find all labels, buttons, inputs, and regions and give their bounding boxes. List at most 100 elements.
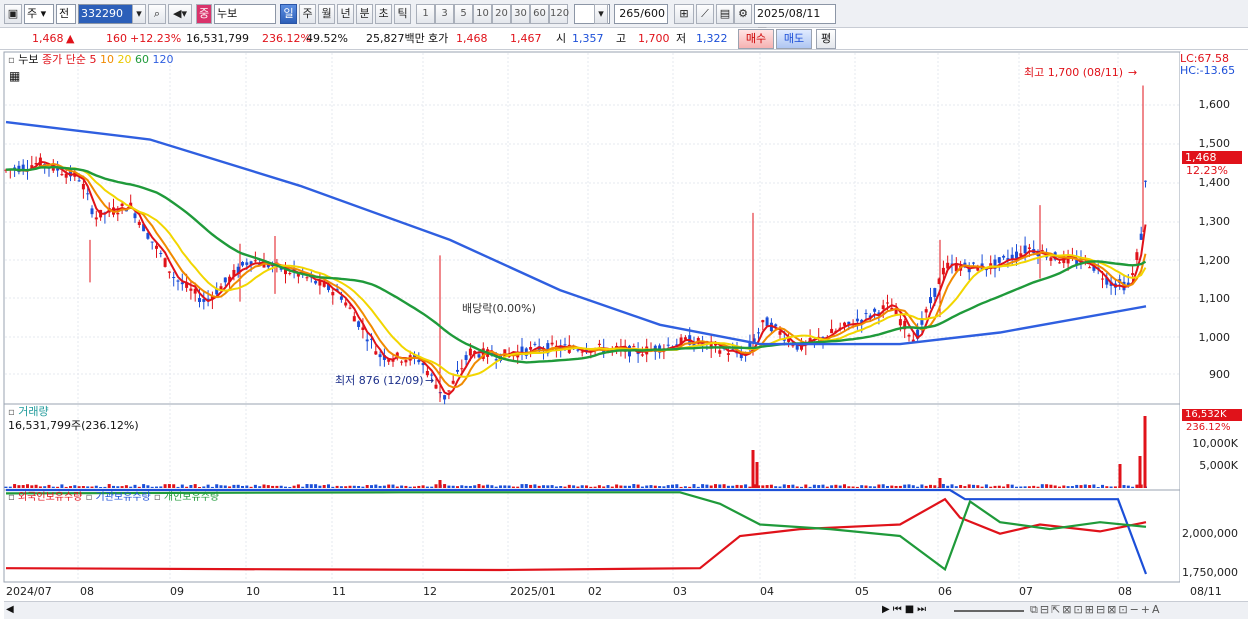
legend-foreign[interactable]: 외국인보유수량 bbox=[18, 492, 82, 503]
date-field[interactable]: 2025/08/11 ▦ bbox=[754, 4, 836, 38]
volume-bar bbox=[47, 484, 51, 488]
volume-bar bbox=[206, 484, 210, 488]
period-tab[interactable]: 일 bbox=[280, 4, 297, 24]
volume-bar bbox=[374, 484, 378, 488]
period-tab[interactable]: 초 bbox=[375, 4, 392, 24]
period-tab[interactable]: 년 bbox=[337, 4, 354, 24]
volume-bar bbox=[425, 486, 429, 488]
volume-bar bbox=[249, 486, 253, 488]
interval-button[interactable]: 1 bbox=[416, 4, 435, 24]
chart-settings-icon[interactable]: ⊞ bbox=[674, 4, 694, 24]
extra-dropdown-icon[interactable]: ▾ bbox=[594, 4, 608, 24]
interval-button[interactable]: 10 bbox=[473, 4, 492, 24]
calculator-icon[interactable]: ▦ bbox=[9, 70, 20, 83]
volume-bar bbox=[1088, 485, 1092, 488]
current-price-badge: 1,468 bbox=[1182, 151, 1242, 164]
legend-institution[interactable]: 기관보유수량 bbox=[96, 492, 151, 503]
open-label: 시 bbox=[556, 32, 567, 45]
candle-body bbox=[907, 334, 911, 337]
volume-bar bbox=[327, 484, 330, 488]
volume-bar bbox=[632, 484, 636, 488]
volume-bar bbox=[898, 485, 902, 488]
volume-bar bbox=[1122, 485, 1126, 488]
eval-button[interactable]: 평 bbox=[816, 29, 836, 49]
volume-bar bbox=[860, 485, 864, 488]
candle-body bbox=[533, 343, 537, 345]
x-tick: 03 bbox=[673, 585, 687, 598]
interval-button[interactable]: 5 bbox=[454, 4, 473, 24]
stock-name-field[interactable]: 누보 bbox=[214, 4, 276, 24]
interval-button[interactable]: 30 bbox=[511, 4, 530, 24]
candle-body bbox=[241, 261, 244, 266]
chart-canvas[interactable] bbox=[0, 50, 1248, 621]
legend-individual[interactable]: 개인보유수량 bbox=[164, 492, 219, 503]
volume-bar bbox=[241, 485, 244, 488]
volume-bar bbox=[314, 484, 318, 488]
period-tab[interactable]: 틱 bbox=[394, 4, 411, 24]
zoom-tools-icon[interactable]: ⧉⊟⇱⊠⊡⊞⊟⊠⊡−+A bbox=[1030, 603, 1162, 617]
volume-bar bbox=[266, 485, 270, 488]
period-tab[interactable]: 월 bbox=[318, 4, 335, 24]
search-icon[interactable]: ⌕ bbox=[148, 4, 166, 24]
volume-bar bbox=[989, 486, 993, 488]
save-icon[interactable]: ▤ bbox=[716, 4, 734, 24]
current-pct-label: 12.23% bbox=[1186, 164, 1228, 177]
price-change: 160 bbox=[106, 32, 127, 45]
scroll-bar[interactable]: ◀ ▶⏮■⏭ ⧉⊟⇱⊠⊡⊞⊟⊠⊡−+A bbox=[4, 601, 1248, 619]
candle-body bbox=[305, 277, 309, 279]
candle-body bbox=[1040, 250, 1044, 252]
interval-button[interactable]: 20 bbox=[492, 4, 511, 24]
count-field[interactable]: 265/600 bbox=[614, 4, 668, 24]
volume-bar bbox=[572, 485, 576, 488]
playback-controls-icon[interactable]: ▶⏮■⏭ bbox=[882, 604, 929, 615]
low-label: 저 bbox=[676, 32, 687, 45]
volume-bar bbox=[739, 485, 743, 488]
speaker-icon[interactable]: ◀▾ bbox=[168, 4, 192, 24]
window-menu-icon[interactable]: ▣ bbox=[4, 4, 22, 24]
x-tick: 2025/01 bbox=[510, 585, 556, 598]
market-select[interactable]: 주 ▾ bbox=[24, 4, 54, 24]
period-tab[interactable]: 분 bbox=[356, 4, 373, 24]
volume-bar bbox=[929, 484, 932, 488]
volume: 16,531,799 bbox=[186, 32, 249, 45]
interval-button[interactable]: 120 bbox=[549, 4, 569, 24]
volume-bar bbox=[1101, 484, 1104, 488]
y-tick: 900 bbox=[1209, 368, 1230, 381]
interval-button[interactable]: 3 bbox=[435, 4, 454, 24]
volume-bar bbox=[447, 485, 451, 488]
x-last-label: 08/11 bbox=[1190, 585, 1222, 598]
volume-bar bbox=[524, 484, 528, 488]
draw-tool-icon[interactable]: ⟋ bbox=[696, 4, 714, 24]
candle-body bbox=[924, 309, 928, 313]
volume-bar bbox=[761, 485, 765, 488]
volume-bar bbox=[348, 485, 352, 488]
volume-bar bbox=[791, 484, 795, 488]
count-max: /600 bbox=[640, 7, 665, 20]
dividend-note: 배당락(0.00%) bbox=[462, 302, 536, 315]
volume-bar bbox=[778, 486, 782, 488]
volume-bar bbox=[382, 485, 386, 488]
gear-icon[interactable]: ⚙ bbox=[734, 4, 752, 24]
candle-body bbox=[189, 288, 193, 291]
volume-bar bbox=[219, 485, 223, 488]
volume-bar bbox=[696, 486, 700, 488]
volume-bar bbox=[735, 484, 739, 488]
volume-bar bbox=[8, 486, 12, 488]
volume-badge: 16,532K bbox=[1182, 409, 1242, 421]
candle-body bbox=[1023, 245, 1027, 254]
interval-button[interactable]: 60 bbox=[530, 4, 549, 24]
volume-bar bbox=[77, 486, 81, 488]
zoom-slider[interactable] bbox=[954, 610, 1024, 612]
code-dropdown-icon[interactable]: ▾ bbox=[132, 4, 146, 24]
period-tab[interactable]: 주 bbox=[299, 4, 316, 24]
y-tick: 1,200 bbox=[1198, 254, 1231, 267]
market2-field[interactable]: 전 bbox=[56, 4, 76, 24]
volume-bar bbox=[597, 485, 601, 488]
buy-button[interactable]: 매수 bbox=[738, 29, 774, 49]
volume-bar bbox=[387, 484, 391, 488]
sell-button[interactable]: 매도 bbox=[776, 29, 812, 49]
volume-bar bbox=[1036, 486, 1040, 488]
scroll-left-icon[interactable]: ◀ bbox=[6, 604, 14, 615]
volume-bar bbox=[185, 486, 189, 488]
stock-group-icon[interactable]: 중 bbox=[196, 4, 212, 24]
